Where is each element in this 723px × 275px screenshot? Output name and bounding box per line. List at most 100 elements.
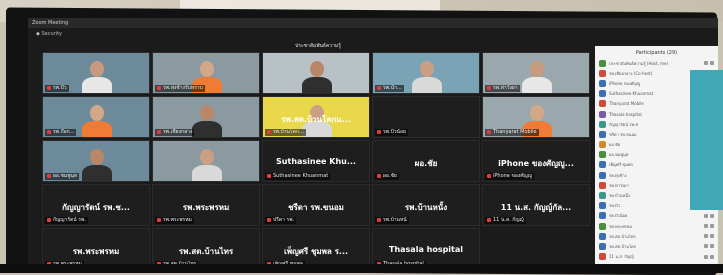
muted-mic-icon bbox=[377, 173, 381, 178]
window-titlebar: Zoom Meeting bbox=[28, 18, 718, 28]
participant-tile[interactable] bbox=[152, 140, 260, 182]
participant-face bbox=[530, 61, 544, 77]
participant-tile[interactable]: รพ.ก๊อก... bbox=[42, 96, 150, 138]
participant-body bbox=[522, 77, 552, 93]
participant-name-label: รพ.บ้านหนั bbox=[375, 217, 409, 224]
participant-name-label: รพ.น้ำ... bbox=[375, 85, 404, 92]
muted-mic-icon bbox=[47, 85, 51, 90]
participant-name-text: รพ.เชียงกลาง bbox=[163, 129, 193, 135]
participant-name-label: ปรีดา รพ. bbox=[265, 217, 297, 224]
participant-tile[interactable]: รพ.ท่าวังผา bbox=[482, 52, 590, 94]
microphone-icon[interactable] bbox=[704, 213, 708, 218]
avatar bbox=[599, 171, 606, 179]
participant-face bbox=[200, 105, 214, 121]
participant-list-item[interactable]: รพ.พระพรหม bbox=[599, 221, 714, 231]
participant-list-name: รพ.พระพรหม bbox=[609, 223, 633, 229]
participant-tile[interactable] bbox=[262, 52, 370, 94]
participant-tile[interactable]: รพ.สต.บ้านโคกแ... รพ.บ้านโคก... bbox=[262, 96, 370, 138]
muted-mic-icon bbox=[47, 129, 51, 134]
participant-display-name: กัญญารัตน์ รพ.ช... bbox=[62, 203, 130, 212]
participant-display-name: รพ.สต.บ้านไทร bbox=[178, 247, 234, 256]
participant-body bbox=[412, 77, 442, 93]
participant-name-text: รพ.ท่าวังผา bbox=[493, 85, 518, 91]
avatar bbox=[599, 69, 606, 77]
avatar bbox=[599, 181, 606, 189]
security-bar[interactable]: ◆ Security bbox=[28, 28, 588, 40]
gallery-view: รพ.ปัว รพ.ทุ่งช้างรับทราบ รพ.น้ำ... รพ.ท่าว… bbox=[42, 52, 594, 271]
monitor-bottom-edge bbox=[0, 264, 723, 273]
muted-mic-icon bbox=[157, 85, 161, 90]
participant-tile[interactable]: รพ.น้ำ... bbox=[372, 52, 480, 94]
camera-icon[interactable] bbox=[710, 244, 714, 249]
participant-tile[interactable]: รพ.ทุ่งช้างรับทราบ bbox=[152, 52, 260, 94]
muted-mic-icon bbox=[487, 217, 491, 222]
camera-icon[interactable] bbox=[710, 61, 714, 66]
camera-icon[interactable] bbox=[710, 213, 714, 218]
participant-tile[interactable]: 11 น.ส. กัญญ์กัล... 11 น.ส. กัญญ์ bbox=[482, 184, 590, 226]
zoom-window: Zoom Meeting ◆ Security ประชาสัมพันธ์ควา… bbox=[28, 18, 718, 271]
participant-tile[interactable]: รพ.ปัวน้อย bbox=[372, 96, 480, 138]
participant-display-name: รพ.พระพรหม bbox=[182, 203, 230, 212]
muted-mic-icon bbox=[377, 85, 381, 90]
camera-icon[interactable] bbox=[710, 254, 714, 259]
participant-list-name: ผอ.ชมพูนุท bbox=[609, 152, 629, 158]
participant-tile[interactable]: รพ.ปัว bbox=[42, 52, 150, 94]
participant-tile[interactable]: รพ.พระพรหมรพ.พระพรหม bbox=[152, 184, 260, 226]
participant-tile[interactable]: กัญญารัตน์ รพ.ช... กัญญารัตน์ รพ. bbox=[42, 184, 150, 226]
avatar bbox=[599, 130, 606, 138]
participant-name-label: iPhone ของศัญญู bbox=[485, 173, 535, 180]
participant-body bbox=[192, 121, 222, 137]
participant-list-item[interactable]: รพ.สต.บ้านไทร bbox=[599, 231, 714, 241]
camera-icon[interactable] bbox=[710, 224, 714, 229]
muted-mic-icon bbox=[377, 217, 381, 222]
participant-name-label: รพ.พระพรหม bbox=[155, 217, 194, 224]
microphone-icon[interactable] bbox=[704, 244, 708, 249]
participant-list-item[interactable]: ประชาสัมพันธ์ความรู้ (Host, me) bbox=[599, 58, 714, 68]
microphone-icon[interactable] bbox=[704, 224, 708, 229]
avatar bbox=[599, 100, 606, 108]
microphone-icon[interactable] bbox=[704, 254, 708, 259]
participant-list-name: รพ.ท่าวังผา bbox=[609, 182, 629, 188]
participant-display-name: รพ.บ้านหนั้ง bbox=[404, 203, 448, 212]
muted-mic-icon bbox=[487, 129, 491, 134]
participant-list-name: รพ.บ้านหนั้ง bbox=[609, 193, 630, 199]
participant-name-label: รพ.บ้านโคก... bbox=[265, 129, 306, 136]
participant-list-name: Thanyarat Mobile bbox=[609, 101, 644, 107]
participant-tile[interactable]: ผอ.ชมพูนุท bbox=[42, 140, 150, 182]
participant-tile[interactable]: ชรีดา รพ.ขนอมปรีดา รพ. bbox=[262, 184, 370, 226]
participant-list-item[interactable]: 11 น.ส. กัญญ์ bbox=[599, 252, 714, 262]
participant-list-name: ผอ.ชัย bbox=[609, 142, 621, 148]
participant-name-text: รพ.บ้านหนั bbox=[383, 217, 407, 223]
participant-face bbox=[310, 61, 324, 77]
participant-name-label: รพ.ปัวน้อย bbox=[375, 129, 408, 136]
shield-icon: ◆ bbox=[36, 31, 40, 37]
participant-list-name: กัญญารัตน์ รพ.ช bbox=[609, 121, 639, 127]
participant-tile[interactable]: รพ.บ้านหนั้งรพ.บ้านหนั bbox=[372, 184, 480, 226]
participant-tile[interactable]: Thanyarat Mobile bbox=[482, 96, 590, 138]
camera-icon[interactable] bbox=[710, 234, 714, 239]
participant-display-name: ชรีดา รพ.ขนอม bbox=[288, 203, 344, 212]
participant-tile[interactable]: รพ.เชียงกลาง bbox=[152, 96, 260, 138]
participant-name-label: รพ.เชียงกลาง bbox=[155, 129, 195, 136]
participant-name-text: รพ.น้ำ... bbox=[383, 85, 402, 91]
participant-tile[interactable]: ผอ.ชัย ผอ.ชัย bbox=[372, 140, 480, 182]
participant-list-item[interactable]: รพ.สต.บ้านโคก bbox=[599, 241, 714, 251]
participant-body bbox=[82, 165, 112, 181]
muted-mic-icon bbox=[157, 217, 161, 222]
avatar bbox=[599, 222, 606, 230]
participant-face bbox=[200, 61, 214, 77]
participant-display-name: 11 น.ส. กัญญ์กัล... bbox=[500, 203, 572, 212]
participant-tile[interactable]: Suthasinee Khu... Suthasinee Khuanmat bbox=[262, 140, 370, 182]
muted-mic-icon bbox=[377, 129, 381, 134]
microphone-icon[interactable] bbox=[704, 61, 708, 66]
room-wall bbox=[690, 70, 723, 210]
avatar bbox=[599, 161, 606, 169]
security-label: Security bbox=[41, 31, 62, 37]
participant-name-text: รพ.ทุ่งช้างรับทราบ bbox=[163, 85, 203, 91]
participant-tile[interactable]: iPhone ของศัญญู... iPhone ของศัญญู bbox=[482, 140, 590, 182]
microphone-icon[interactable] bbox=[704, 234, 708, 239]
muted-mic-icon bbox=[267, 173, 271, 178]
participant-list-item[interactable]: รพ.ปัวน้อย bbox=[599, 211, 714, 221]
participant-list-name: ชรีดา รพ.ขนอม bbox=[609, 131, 637, 137]
participant-display-name: รพ.พระพรหม bbox=[72, 247, 120, 256]
